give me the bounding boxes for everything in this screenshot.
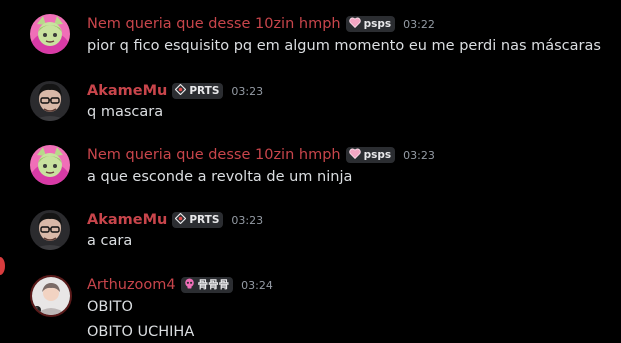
guild-tag-label: psps xyxy=(363,149,392,161)
timestamp[interactable]: 03:22 xyxy=(403,18,435,31)
guild-tag-label: PRTS xyxy=(189,214,220,226)
timestamp[interactable]: 03:23 xyxy=(231,85,263,98)
guild-tag-label: PRTS xyxy=(189,85,220,97)
chat-message-list: Nem queria que desse 10zin hmph psps 03:… xyxy=(0,0,621,343)
diamond-emblem-icon xyxy=(175,212,187,227)
avatar[interactable]: i xyxy=(30,275,72,317)
heart-icon xyxy=(348,148,361,162)
timestamp[interactable]: 03:24 xyxy=(241,279,273,292)
guild-tag-label: 骨骨骨 xyxy=(197,279,230,291)
guild-tag[interactable]: psps xyxy=(345,147,396,163)
timestamp[interactable]: 03:23 xyxy=(403,149,435,162)
username[interactable]: Nem queria que desse 10zin hmph xyxy=(87,147,341,163)
message-text: a que esconde a revolta de um ninja xyxy=(87,169,353,185)
chat-message: AkameMu PRTS 03:23 q mascara xyxy=(0,81,621,125)
guild-tag-label: psps xyxy=(363,18,392,30)
chat-message: i Arthuzoom4 骨骨骨 03:24 OBITO OBITO UCHIH… xyxy=(0,275,621,343)
message-text: a cara xyxy=(87,233,133,249)
username[interactable]: Nem queria que desse 10zin hmph xyxy=(87,16,341,32)
username[interactable]: AkameMu xyxy=(87,212,167,228)
message-header: AkameMu PRTS 03:23 xyxy=(87,81,263,101)
heart-icon xyxy=(348,17,361,31)
message-header: Arthuzoom4 骨骨骨 03:24 xyxy=(87,275,273,295)
guild-tag[interactable]: PRTS xyxy=(172,83,224,99)
avatar[interactable] xyxy=(30,14,70,54)
skull-icon xyxy=(184,278,195,292)
username[interactable]: Arthuzoom4 xyxy=(87,277,176,293)
message-text: pior q fico esquisito pq em algum moment… xyxy=(87,38,601,54)
avatar[interactable] xyxy=(30,145,70,185)
chat-message: AkameMu PRTS 03:23 a cara xyxy=(0,210,621,254)
message-text: q mascara xyxy=(87,104,164,120)
avatar[interactable] xyxy=(30,210,70,250)
avatar[interactable] xyxy=(30,81,70,121)
guild-tag[interactable]: PRTS xyxy=(172,212,224,228)
diamond-emblem-icon xyxy=(175,83,187,98)
message-header: Nem queria que desse 10zin hmph psps 03:… xyxy=(87,145,435,165)
guild-tag[interactable]: 骨骨骨 xyxy=(180,277,234,293)
message-header: Nem queria que desse 10zin hmph psps 03:… xyxy=(87,14,435,34)
timestamp[interactable]: 03:23 xyxy=(231,214,263,227)
chat-message: Nem queria que desse 10zin hmph psps 03:… xyxy=(0,14,621,60)
username[interactable]: AkameMu xyxy=(87,83,167,99)
message-text: OBITO UCHIHA xyxy=(87,324,195,340)
notification-badge[interactable] xyxy=(0,257,5,275)
guild-tag[interactable]: psps xyxy=(345,16,396,32)
chat-message: Nem queria que desse 10zin hmph psps 03:… xyxy=(0,145,621,191)
message-text: OBITO xyxy=(87,299,133,315)
message-header: AkameMu PRTS 03:23 xyxy=(87,210,263,230)
